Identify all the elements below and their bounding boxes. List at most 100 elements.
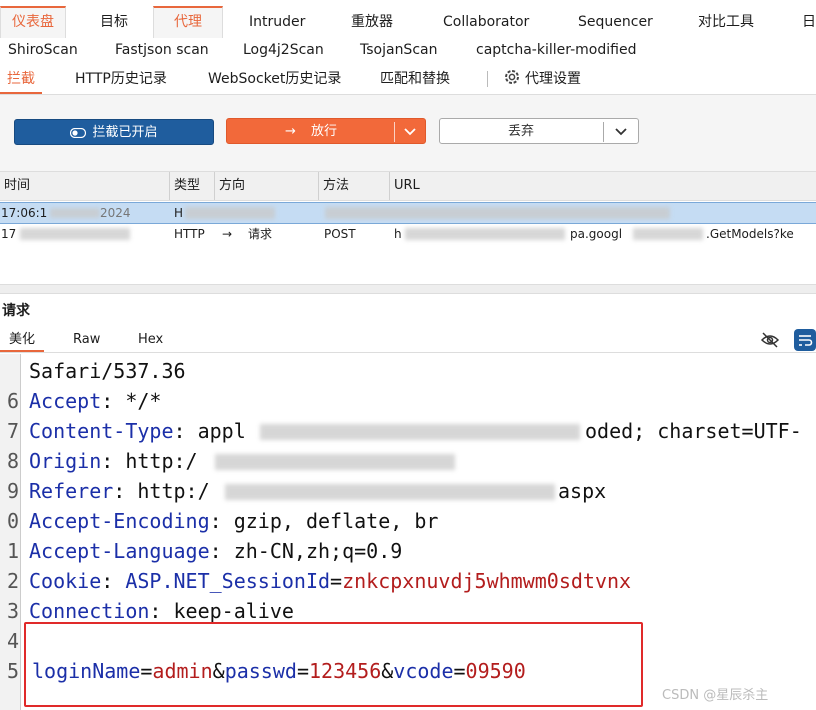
tab-log4j2scan[interactable]: Log4j2Scan [243, 36, 324, 64]
tab-label: TsojanScan [360, 42, 438, 58]
intercept-table-header: 时间 类型 方向 方法 URL [0, 172, 816, 201]
highlight-box [24, 622, 643, 707]
header-value-end: aspx [558, 479, 607, 503]
tab-label: WebSocket历史记录 [208, 71, 342, 87]
line-number: 8 [6, 449, 19, 473]
tab-pretty[interactable]: 美化 [0, 328, 44, 352]
intercept-toggle-button[interactable]: 拦截已开启 [14, 119, 214, 145]
gear-icon [503, 67, 521, 97]
line-number: 1 [6, 539, 19, 563]
tab-captcha-killer[interactable]: captcha-killer-modified [476, 36, 636, 64]
tab-label: Raw [73, 332, 101, 347]
tab-label: 代理设置 [525, 71, 581, 87]
header-value: zh-CN,zh;q=0.9 [233, 539, 403, 563]
tab-label: 代理 [174, 14, 202, 30]
line-number: 6 [6, 389, 19, 413]
tab-label: Intruder [249, 14, 306, 30]
chevron-down-icon[interactable] [614, 119, 628, 155]
header-name: Accept [29, 389, 102, 413]
chevron-down-icon[interactable] [403, 119, 417, 155]
row-url: pa.googl [570, 227, 623, 241]
tab-intruder[interactable]: Intruder [249, 8, 305, 36]
line-number: 9 [6, 479, 19, 503]
tab-label: Fastjson scan [115, 42, 209, 58]
line-number: 2 [6, 569, 19, 593]
line-number: 4 [6, 629, 19, 653]
row-type: H [174, 206, 184, 220]
row-direction: 请求 [248, 227, 273, 241]
redacted-block [225, 484, 555, 500]
header-name: Cookie [29, 569, 102, 593]
tab-hex[interactable]: Hex [138, 328, 163, 352]
column-label: URL [394, 178, 420, 193]
tab-match-replace[interactable]: 匹配和替换 [380, 64, 450, 94]
tab-shiroscan[interactable]: ShiroScan [8, 36, 78, 64]
column-header-time[interactable]: 时间 [0, 172, 170, 200]
tab-target[interactable]: 目标 [100, 8, 128, 36]
watermark: CSDN @星辰杀主 [662, 688, 769, 703]
row-time: 17:06:1 [1, 206, 48, 220]
header-value: gzip, deflate, br [233, 509, 439, 533]
header-value: */* [125, 389, 162, 413]
tab-http-history[interactable]: HTTP历史记录 [75, 64, 167, 94]
column-header-type[interactable]: 类型 [170, 172, 215, 200]
line-number: 0 [6, 509, 19, 533]
line-number: 5 [6, 659, 19, 683]
header-value: http:/ [125, 449, 198, 473]
header-value: appl [197, 419, 246, 443]
tab-intercept[interactable]: 拦截 [0, 64, 42, 94]
tab-log[interactable]: 日 [802, 8, 816, 36]
column-header-direction[interactable]: 方向 [215, 172, 319, 200]
row-url-prefix: h [394, 227, 402, 241]
split-divider [394, 122, 395, 142]
row-time-tail: 2024 [100, 206, 131, 220]
redacted-block [50, 208, 100, 218]
tab-proxy[interactable]: 代理 [153, 6, 223, 38]
header-name: Content-Type [29, 419, 174, 443]
eye-off-icon[interactable] [760, 330, 780, 354]
split-divider [603, 122, 604, 142]
header-name: Accept-Encoding [29, 509, 210, 533]
main-tab-bar: 仪表盘 目标 代理 Intruder 重放器 Collaborator Sequ… [0, 6, 816, 38]
tab-label: ShiroScan [8, 42, 78, 58]
tab-sequencer[interactable]: Sequencer [578, 8, 653, 36]
arrow-right-icon: → [222, 227, 233, 241]
cookie-name: ASP.NET_SessionId [125, 569, 331, 593]
redacted-block [260, 424, 580, 440]
forward-button[interactable]: → 放行 [226, 118, 426, 144]
row-type: HTTP [174, 227, 205, 241]
arrow-right-icon: → [285, 124, 296, 139]
header-name: Connection [29, 599, 150, 623]
tab-label: 美化 [8, 332, 35, 347]
tab-tsojanscan[interactable]: TsojanScan [360, 36, 437, 64]
tab-websocket-history[interactable]: WebSocket历史记录 [208, 64, 341, 94]
redacted-block [633, 228, 703, 240]
tab-raw[interactable]: Raw [73, 328, 100, 352]
column-header-method[interactable]: 方法 [319, 172, 390, 200]
pane-splitter[interactable] [0, 284, 816, 294]
redacted-block [20, 228, 130, 240]
line-number: 7 [6, 419, 19, 443]
tab-label: Collaborator [443, 14, 530, 30]
table-row[interactable]: 17:06:1 2024 H [0, 202, 816, 224]
button-label: 放行 [311, 124, 338, 139]
tab-dashboard[interactable]: 仪表盘 [0, 6, 66, 38]
tab-collaborator[interactable]: Collaborator [443, 8, 529, 36]
extension-tab-bar: ShiroScan Fastjson scan Log4j2Scan Tsoja… [0, 36, 816, 64]
redacted-block [215, 454, 455, 470]
tab-label: 拦截 [7, 71, 35, 87]
tab-proxy-settings[interactable]: 代理设置 [503, 64, 581, 94]
column-header-url[interactable]: URL [390, 172, 816, 200]
row-time: 17 [1, 227, 17, 241]
tab-repeater[interactable]: 重放器 [351, 8, 393, 36]
tab-comparer[interactable]: 对比工具 [698, 8, 754, 36]
redacted-block [325, 207, 670, 219]
tab-label: 对比工具 [698, 14, 754, 30]
tab-fastjson-scan[interactable]: Fastjson scan [115, 36, 209, 64]
column-label: 时间 [4, 178, 31, 193]
drop-button[interactable]: 丢弃 [439, 118, 639, 144]
table-row[interactable]: 17 HTTP → 请求 POST h pa.googl .GetModels?… [0, 224, 816, 244]
header-name: Origin [29, 449, 102, 473]
wrap-lines-icon[interactable] [794, 329, 816, 355]
header-value: keep-alive [173, 599, 294, 623]
